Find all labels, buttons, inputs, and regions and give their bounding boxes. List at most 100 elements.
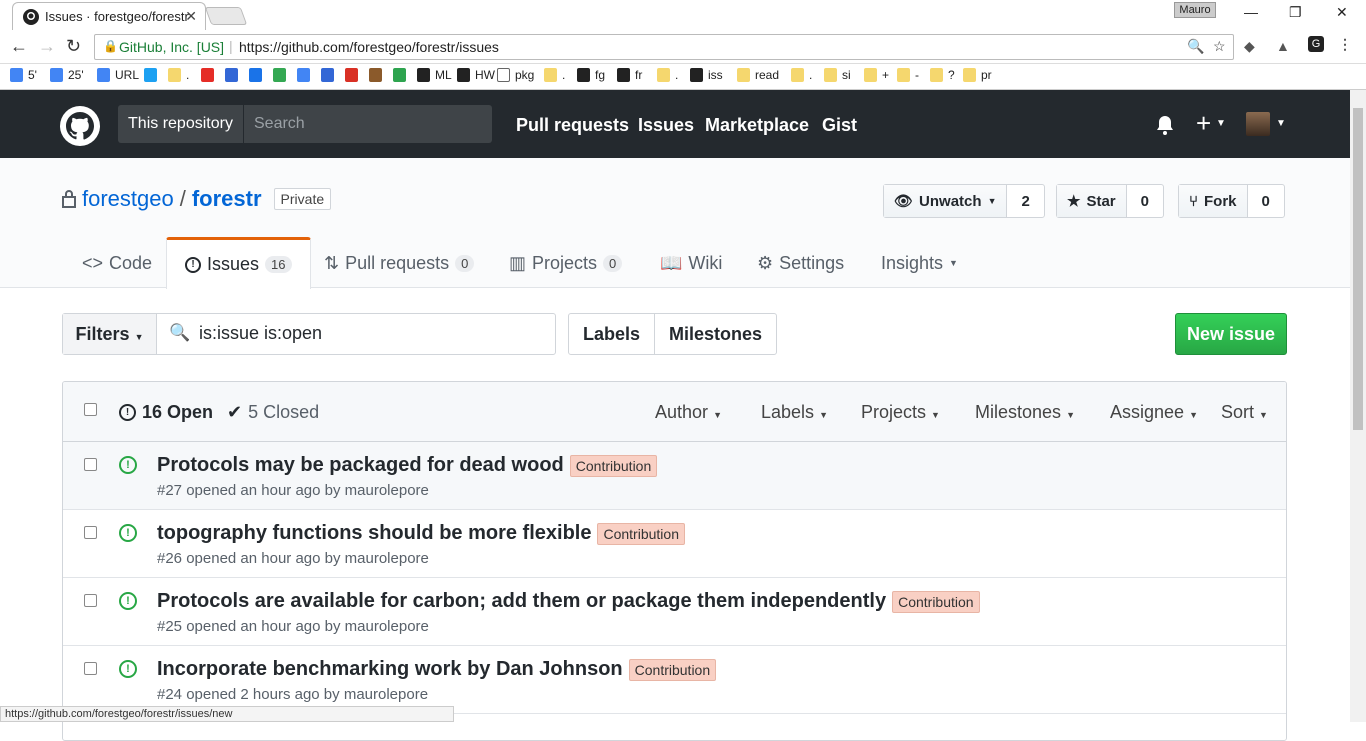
extension-icon[interactable]: G (1308, 36, 1324, 52)
bookmark-item[interactable]: 5' (10, 68, 37, 82)
new-tab-button[interactable] (204, 7, 248, 25)
address-bar[interactable]: 🔒 GitHub, Inc. [US] | https://github.com… (94, 34, 1234, 60)
issue-title-link[interactable]: Protocols may be packaged for dead wood (157, 454, 564, 477)
issue-checkbox[interactable] (84, 458, 97, 471)
tab-projects[interactable]: ▥ Projects 0 (509, 238, 623, 288)
dropbox-icon[interactable]: ◆ (1244, 38, 1255, 55)
menu-icon[interactable]: ⋮ (1338, 36, 1352, 53)
fork-count[interactable]: 0 (1246, 185, 1284, 217)
zoom-icon[interactable]: 🔍 (1187, 38, 1204, 55)
tab-close-icon[interactable]: ✕ (185, 8, 197, 25)
bookmark-item[interactable] (144, 68, 157, 82)
issue-checkbox[interactable] (84, 662, 97, 675)
tab-pull-requests[interactable]: ⇅ Pull requests 0 (324, 238, 475, 288)
fork-button[interactable]: ⑂ Fork (1179, 185, 1247, 217)
bookmark-item[interactable]: iss (690, 68, 723, 82)
scrollbar-thumb[interactable] (1353, 108, 1363, 430)
bookmark-item[interactable] (369, 68, 382, 82)
bookmark-item[interactable]: . (168, 68, 189, 82)
issue-label[interactable]: Contribution (892, 590, 980, 613)
unwatch-button[interactable]: 👁 Unwatch ▼ (884, 185, 1007, 217)
issue-row[interactable]: ! Incorporate benchmarking work by Dan Jo… (63, 646, 1286, 714)
bookmark-item[interactable]: si (824, 68, 851, 82)
milestones-filter[interactable]: Milestones ▼ (975, 402, 1075, 423)
bookmark-item[interactable]: ? (930, 68, 955, 82)
tab-issues[interactable]: ! Issues 16 (166, 237, 311, 289)
github-logo-icon[interactable] (60, 106, 100, 146)
bookmark-item[interactable]: URL (97, 68, 139, 82)
nav-gist[interactable]: Gist (822, 115, 857, 136)
drive-icon[interactable]: ▲ (1276, 38, 1290, 54)
bookmark-star-icon[interactable]: ☆ (1213, 38, 1226, 55)
close-window-icon[interactable]: ✕ (1336, 4, 1348, 21)
repo-name-link[interactable]: forestr (192, 186, 262, 212)
bookmark-item[interactable] (249, 68, 262, 82)
profile-button[interactable]: Mauro (1174, 2, 1216, 18)
bookmark-item[interactable]: . (657, 68, 678, 82)
bookmark-item[interactable]: pr (963, 68, 992, 82)
bookmark-item[interactable]: . (544, 68, 565, 82)
nav-issues[interactable]: Issues (638, 115, 694, 136)
bookmark-item[interactable] (201, 68, 214, 82)
author-filter[interactable]: Author ▼ (655, 402, 722, 423)
tab-code[interactable]: <> Code (82, 238, 152, 288)
tab-insights[interactable]: Insights ▼ (881, 238, 958, 288)
tab-settings[interactable]: ⚙ Settings (757, 238, 844, 288)
bookmark-item[interactable]: . (791, 68, 812, 82)
restore-icon[interactable]: ❐ (1289, 4, 1302, 21)
bookmark-item[interactable]: 25' (50, 68, 84, 82)
star-button[interactable]: ★ Star (1057, 185, 1126, 217)
projects-filter[interactable]: Projects ▼ (861, 402, 940, 423)
milestones-button[interactable]: Milestones (655, 314, 776, 354)
minimize-icon[interactable]: — (1244, 4, 1258, 20)
issue-label[interactable]: Contribution (628, 658, 717, 681)
watch-count[interactable]: 2 (1006, 185, 1043, 217)
search-box[interactable]: This repository Search (118, 105, 492, 143)
nav-marketplace[interactable]: Marketplace (705, 115, 809, 136)
select-all-checkbox[interactable] (84, 403, 97, 416)
closed-issues-toggle[interactable]: ✔ 5 Closed (227, 402, 319, 423)
bookmark-item[interactable] (321, 68, 334, 82)
sort-filter[interactable]: Sort ▼ (1221, 402, 1268, 423)
issue-row[interactable]: ! Protocols are available for carbon; add… (63, 578, 1286, 646)
scrollbar[interactable] (1350, 90, 1366, 722)
issue-row[interactable]: ! topography functions should be more fle… (63, 510, 1286, 578)
issue-title-link[interactable]: Incorporate benchmarking work by Dan Joh… (157, 658, 623, 681)
issue-title-link[interactable]: Protocols are available for carbon; add … (157, 590, 886, 613)
search-input[interactable]: Search (254, 105, 305, 143)
assignee-filter[interactable]: Assignee ▼ (1110, 402, 1198, 423)
reload-icon[interactable]: ↻ (66, 36, 81, 57)
open-issues-toggle[interactable]: ! 16 Open (119, 402, 213, 423)
plus-icon[interactable]: + (1196, 108, 1211, 139)
bookmark-item[interactable]: HW (457, 68, 495, 82)
bookmark-item[interactable] (345, 68, 358, 82)
labels-button[interactable]: Labels (569, 314, 655, 354)
issue-row[interactable]: ! Protocols may be packaged for dead wood… (63, 442, 1286, 510)
repo-owner-link[interactable]: forestgeo (82, 186, 174, 212)
bookmark-item[interactable] (273, 68, 286, 82)
labels-filter[interactable]: Labels ▼ (761, 402, 828, 423)
issue-checkbox[interactable] (84, 594, 97, 607)
browser-tab[interactable]: Issues · forestgeo/forestr ✕ (12, 2, 206, 30)
issue-checkbox[interactable] (84, 526, 97, 539)
avatar[interactable] (1246, 112, 1270, 136)
bookmark-item[interactable]: ML (417, 68, 452, 82)
nav-pull-requests[interactable]: Pull requests (516, 115, 629, 136)
bookmark-item[interactable]: fg (577, 68, 605, 82)
bookmark-item[interactable]: - (897, 68, 919, 82)
issue-label[interactable]: Contribution (597, 522, 685, 545)
bookmark-item[interactable]: + (864, 68, 889, 82)
tab-wiki[interactable]: 📖 Wiki (660, 238, 722, 288)
new-issue-button[interactable]: New issue (1175, 313, 1287, 355)
search-scope[interactable]: This repository (118, 105, 244, 143)
bookmark-item[interactable]: fr (617, 68, 642, 82)
back-icon[interactable]: ← (10, 36, 28, 57)
bell-icon[interactable] (1155, 114, 1175, 136)
bookmark-item[interactable]: read (737, 68, 779, 82)
bookmark-item[interactable] (225, 68, 238, 82)
bookmark-item[interactable] (393, 68, 406, 82)
issue-label[interactable]: Contribution (569, 454, 658, 477)
issue-search-input[interactable]: is:issue is:open (199, 323, 322, 344)
forward-icon[interactable]: → (38, 36, 56, 57)
star-count[interactable]: 0 (1125, 185, 1163, 217)
